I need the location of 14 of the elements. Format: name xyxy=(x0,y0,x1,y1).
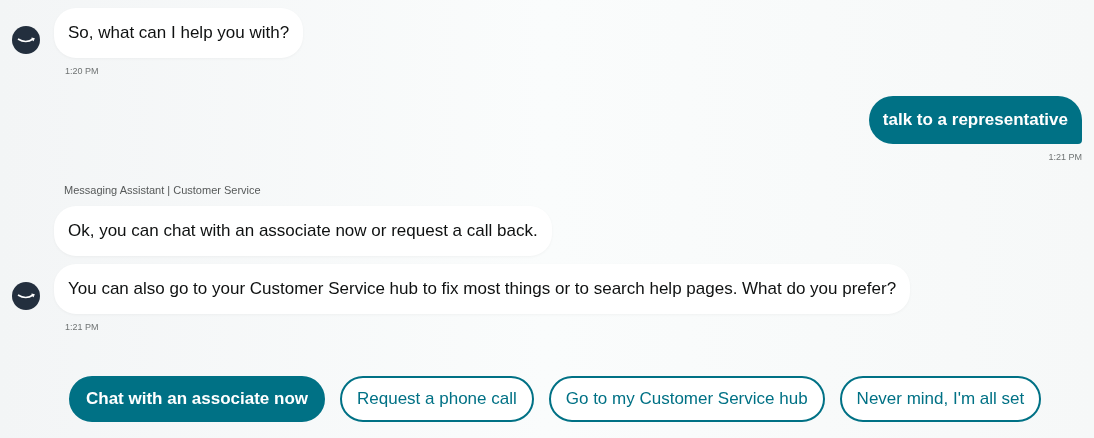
timestamp: 1:20 PM xyxy=(65,66,99,76)
sender-label: Messaging Assistant | Customer Service xyxy=(64,184,262,196)
message-bubble: So, what can I help you with? xyxy=(54,8,304,58)
quick-reply-button[interactable]: Request a phone call xyxy=(340,376,534,422)
message-bubble: talk to a representative xyxy=(868,96,1082,144)
message-bubble: Ok, you can chat with an associate now or request a call back. xyxy=(54,206,552,256)
timestamp: 1:21 PM xyxy=(1048,152,1082,162)
smile-logo-icon xyxy=(12,26,40,54)
smile-logo-icon xyxy=(12,282,40,310)
quick-reply-button[interactable]: Never mind, I'm all set xyxy=(839,376,1042,422)
quick-reply-button[interactable]: Go to my Customer Service hub xyxy=(548,376,825,422)
quick-reply-button[interactable]: Chat with an associate now xyxy=(69,376,325,422)
message-bubble: You can also go to your Customer Service hub to fix most things or to search help pages. What do you prefer? xyxy=(54,264,911,314)
timestamp: 1:21 PM xyxy=(65,322,99,332)
